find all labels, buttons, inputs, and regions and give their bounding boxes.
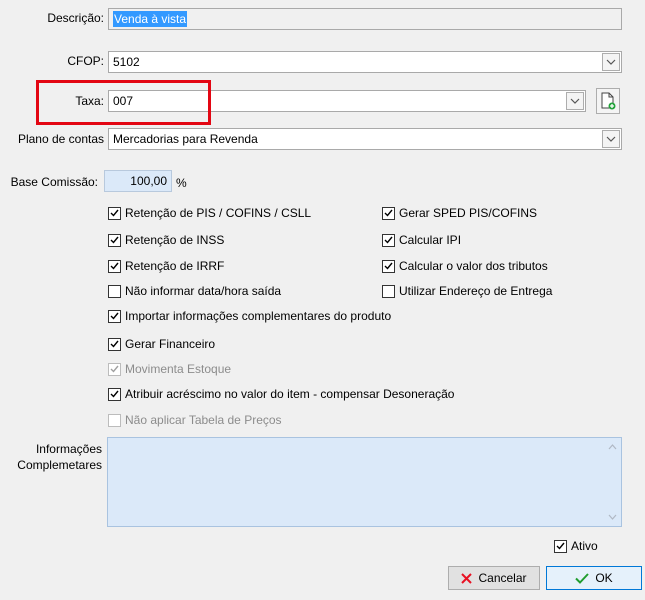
descricao-value: Venda à vista — [113, 11, 188, 27]
checkbox-importar-info[interactable]: Importar informações complementares do p… — [108, 309, 391, 323]
checkbox-box[interactable] — [554, 539, 567, 553]
taxa-dropdown-button[interactable] — [566, 92, 584, 110]
check-icon — [110, 236, 119, 244]
descricao-label: Descrição: — [47, 11, 104, 25]
checkbox-box[interactable] — [382, 233, 395, 247]
checkbox-calcular-ipi[interactable]: Calcular IPI — [382, 233, 461, 247]
checkbox-box[interactable] — [108, 337, 121, 351]
checkbox-calcular-tributos[interactable]: Calcular o valor dos tributos — [382, 259, 548, 273]
cfop-label: CFOP: — [67, 54, 104, 68]
checkbox-box[interactable] — [382, 259, 395, 273]
checkbox-nao-aplicar-tabela: Não aplicar Tabela de Preços — [108, 413, 282, 427]
checkbox-box — [108, 413, 121, 427]
check-icon — [556, 542, 565, 550]
check-icon — [384, 209, 393, 217]
chevron-down-icon — [608, 514, 617, 520]
checkbox-box — [108, 362, 121, 376]
checkbox-box[interactable] — [108, 387, 121, 401]
check-icon — [110, 209, 119, 217]
checkbox-label: Retenção de PIS / COFINS / CSLL — [125, 206, 312, 220]
checkbox-label: Utilizar Endereço de Entrega — [399, 284, 553, 298]
highlight-box — [36, 80, 211, 125]
plano-value: Mercadorias para Revenda — [113, 132, 258, 146]
checkbox-box[interactable] — [382, 206, 395, 220]
new-document-icon — [601, 92, 616, 110]
chevron-up-icon — [608, 444, 617, 450]
descricao-field[interactable]: Venda à vista — [108, 8, 622, 30]
checkbox-box[interactable] — [108, 259, 121, 273]
check-icon — [110, 262, 119, 270]
plano-dropdown-button[interactable] — [602, 130, 620, 148]
checkbox-box[interactable] — [382, 284, 395, 298]
checkbox-retencao-pis[interactable]: Retenção de PIS / COFINS / CSLL — [108, 206, 311, 220]
checkbox-label: Gerar SPED PIS/COFINS — [399, 206, 538, 220]
checkbox-ativo[interactable]: Ativo — [554, 539, 598, 553]
info-label-line1: Informações — [35, 442, 102, 456]
cfop-dropdown-button[interactable] — [602, 53, 620, 71]
check-icon — [384, 236, 393, 244]
check-icon — [110, 365, 119, 373]
chevron-down-icon — [606, 59, 616, 65]
plano-label: Plano de contas — [17, 132, 104, 146]
close-icon — [461, 572, 473, 584]
info-textarea[interactable] — [107, 437, 622, 527]
cancel-button[interactable]: Cancelar — [448, 566, 540, 590]
checkbox-gerar-sped[interactable]: Gerar SPED PIS/COFINS — [382, 206, 537, 220]
checkbox-retencao-inss[interactable]: Retenção de INSS — [108, 233, 224, 247]
checkbox-label: Calcular o valor dos tributos — [399, 259, 548, 273]
checkbox-label: Retenção de IRRF — [125, 259, 225, 273]
info-label: Informações Complemetares — [0, 441, 102, 473]
cancel-button-label: Cancelar — [478, 571, 527, 585]
plano-combo[interactable]: Mercadorias para Revenda — [108, 128, 622, 150]
checkbox-endereco-entrega[interactable]: Utilizar Endereço de Entrega — [382, 284, 552, 298]
base-comissao-unit: % — [176, 176, 187, 190]
checkbox-atribuir-acrescimo[interactable]: Atribuir acréscimo no valor do item - co… — [108, 387, 454, 401]
check-icon — [110, 340, 119, 348]
chevron-down-icon — [606, 136, 616, 142]
ok-button[interactable]: OK — [546, 566, 642, 590]
checkbox-label: Atribuir acréscimo no valor do item - co… — [125, 387, 455, 401]
info-scrollbar[interactable] — [604, 438, 621, 526]
base-comissao-label: Base Comissão: — [10, 175, 98, 189]
info-label-line2: Complemetares — [17, 458, 102, 472]
check-icon — [110, 312, 119, 320]
checkbox-label: Gerar Financeiro — [125, 337, 216, 351]
checkbox-label: Importar informações complementares do p… — [125, 309, 392, 323]
checkbox-label: Movimenta Estoque — [125, 362, 232, 376]
checkbox-gerar-financeiro[interactable]: Gerar Financeiro — [108, 337, 215, 351]
checkbox-label: Calcular IPI — [399, 233, 462, 247]
check-icon — [384, 262, 393, 270]
new-taxa-button[interactable] — [596, 88, 620, 114]
checkbox-label: Retenção de INSS — [125, 233, 225, 247]
base-comissao-input[interactable]: 100,00 — [104, 170, 172, 192]
checkbox-movimenta-estoque: Movimenta Estoque — [108, 362, 231, 376]
checkbox-box[interactable] — [108, 206, 121, 220]
check-icon — [110, 390, 119, 398]
chevron-down-icon — [570, 98, 580, 104]
checkbox-nao-informar-data[interactable]: Não informar data/hora saída — [108, 284, 281, 298]
checkbox-label: Ativo — [571, 539, 598, 553]
checkbox-label: Não informar data/hora saída — [125, 284, 282, 298]
checkbox-box[interactable] — [108, 309, 121, 323]
check-icon — [575, 572, 590, 584]
ok-button-label: OK — [595, 571, 613, 585]
cfop-value: 5102 — [113, 55, 140, 69]
checkbox-label: Não aplicar Tabela de Preços — [125, 413, 282, 427]
checkbox-box[interactable] — [108, 233, 121, 247]
cfop-combo[interactable]: 5102 — [108, 51, 622, 73]
checkbox-retencao-irrf[interactable]: Retenção de IRRF — [108, 259, 224, 273]
checkbox-box[interactable] — [108, 284, 121, 298]
